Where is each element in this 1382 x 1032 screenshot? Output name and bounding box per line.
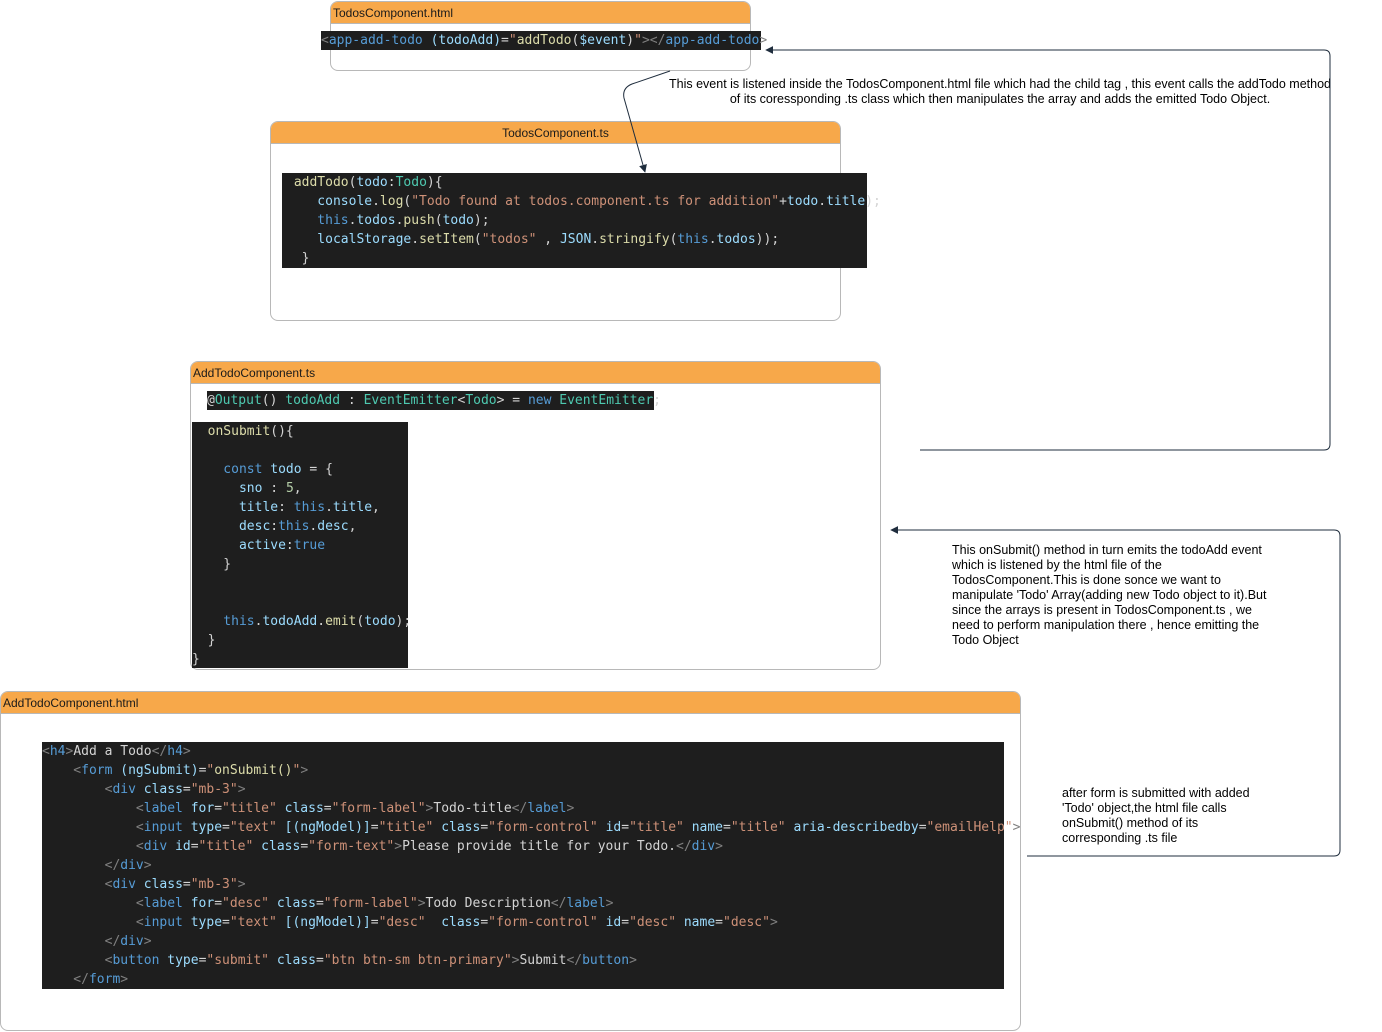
arrow-ts-to-html-tag (765, 46, 1331, 451)
connector-arrows (623, 46, 1341, 857)
arrow-html-to-ts (623, 70, 671, 173)
arrow-html-form-to-ts (890, 526, 1341, 857)
